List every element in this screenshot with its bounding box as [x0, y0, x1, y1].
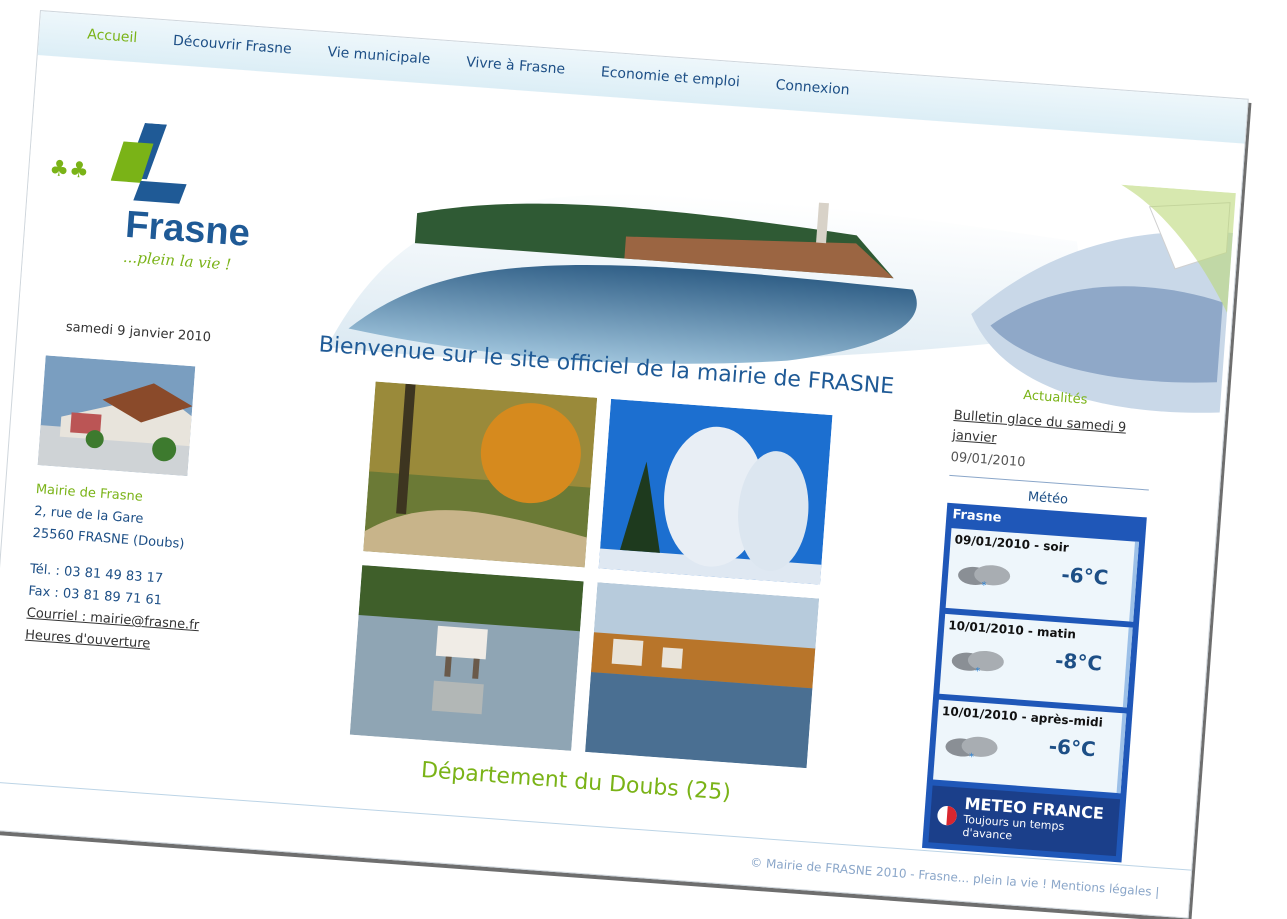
forecast-when: 09/01/2010 - soir — [954, 532, 1070, 555]
forecast-temp: -8°C — [1054, 648, 1103, 676]
forecast-temp: -6°C — [1060, 562, 1110, 590]
forecast-when: 10/01/2010 - après-midi — [941, 703, 1104, 730]
meteo-france-logo[interactable]: METEO FRANCE Toujours un temps d'avance — [928, 785, 1121, 857]
townhall-photo — [37, 355, 196, 477]
brand-name: Frasne — [123, 203, 252, 255]
main-content: Bienvenue sur le site officiel de la mai… — [256, 330, 927, 818]
forecast-item: 09/01/2010 - soir * -6°C — [945, 528, 1139, 622]
logo-mark-icon — [110, 122, 187, 204]
nav-item-economie[interactable]: Economie et emploi — [582, 63, 758, 92]
address-block: Mairie de Frasne 2, rue de la Gare 25560… — [24, 479, 226, 660]
left-column: samedi 9 janvier 2010 Mairie de Frasne 2… — [14, 312, 238, 661]
meteo-france-icon — [937, 805, 957, 825]
forecast-item: 10/01/2010 - après-midi * -6°C — [933, 699, 1127, 794]
nav-item-connexion[interactable]: Connexion — [757, 76, 868, 100]
svg-text:*: * — [975, 666, 981, 677]
opening-hours-link[interactable]: Heures d'ouverture — [25, 628, 151, 652]
forecast-temp: -6°C — [1048, 733, 1097, 762]
nav-item-vie-municipale[interactable]: Vie municipale — [309, 43, 449, 69]
photo-lake-village — [585, 582, 819, 769]
page-window: Accueil Découvrir Frasne Vie municipale … — [0, 10, 1249, 919]
nav-item-vivre[interactable]: Vivre à Frasne — [448, 53, 584, 79]
snow-cloud-icon: * — [958, 565, 1011, 592]
snow-cloud-icon: * — [951, 650, 1004, 678]
svg-text:*: * — [968, 752, 974, 763]
site-logo[interactable]: ♣♣ Frasne ...plein la vie ! — [43, 116, 293, 274]
weather-widget[interactable]: Frasne 09/01/2010 - soir * -6°C 10/01/20… — [922, 502, 1147, 863]
photo-autumn-forest — [363, 381, 598, 568]
photo-grid — [259, 375, 923, 775]
svg-text:*: * — [981, 581, 987, 592]
forecast-item: 10/01/2010 - matin * -8°C — [939, 613, 1133, 708]
hikers-trees-icon: ♣♣ — [48, 156, 90, 184]
nav-item-accueil[interactable]: Accueil — [69, 25, 156, 47]
photo-cow-water — [349, 565, 584, 751]
snow-cloud-icon: * — [945, 736, 998, 763]
nav-item-decouvrir[interactable]: Découvrir Frasne — [155, 32, 311, 59]
photo-frosty-trees — [598, 398, 833, 585]
forecast-when: 10/01/2010 - matin — [947, 618, 1077, 642]
current-date: samedi 9 janvier 2010 — [65, 319, 212, 346]
right-column: Actualités Bulletin glace du samedi 9 ja… — [922, 379, 1156, 863]
